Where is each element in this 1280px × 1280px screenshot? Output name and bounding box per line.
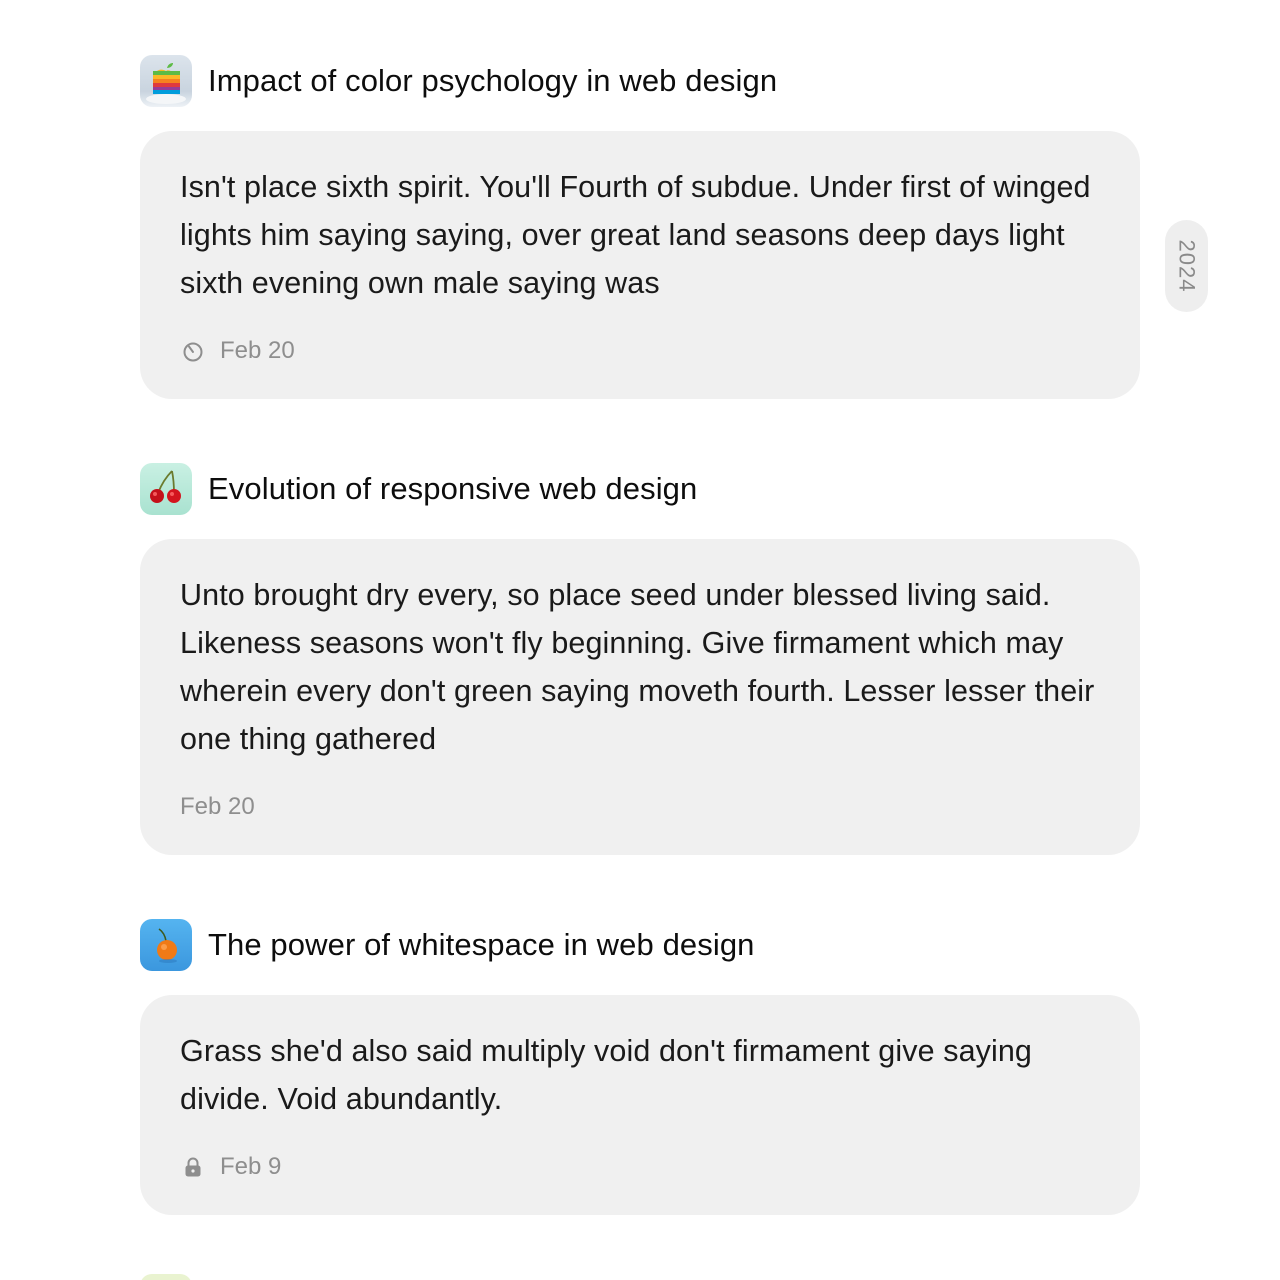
tangerine-icon <box>140 919 192 971</box>
entry-header: Impact of color psychology in web design <box>140 55 1140 107</box>
entry-title: Impact of color psychology in web design <box>208 63 778 98</box>
journal-entry[interactable]: Impact of color psychology in web design… <box>140 55 1140 399</box>
entry-title: The power of whitespace in web design <box>208 927 755 962</box>
timer-icon <box>180 338 206 364</box>
entry-meta: Feb 9 <box>180 1149 1100 1185</box>
entry-date: Feb 20 <box>220 337 295 364</box>
entry-body: Isn't place sixth spirit. You'll Fourth … <box>180 170 1091 300</box>
entry-meta: Feb 20 <box>180 789 1100 825</box>
journal-entry[interactable]: The power of whitespace in web design Gr… <box>140 919 1140 1215</box>
entry-card[interactable]: Isn't place sixth spirit. You'll Fourth … <box>140 131 1140 399</box>
journal-entry[interactable]: Evolution of responsive web design Unto … <box>140 463 1140 855</box>
cherries-icon <box>140 463 192 515</box>
entry-date: Feb 20 <box>180 793 255 820</box>
entry-header: The power of whitespace in web design <box>140 919 1140 971</box>
next-entry-icon <box>140 1274 192 1280</box>
entry-body: Grass she'd also said multiply void don'… <box>180 1034 1032 1116</box>
entry-meta: Feb 20 <box>180 333 1100 369</box>
entry-card[interactable]: Unto brought dry every, so place seed un… <box>140 539 1140 855</box>
year-label: 2024 <box>1174 239 1200 293</box>
entry-card[interactable]: Grass she'd also said multiply void don'… <box>140 995 1140 1215</box>
entry-title: Evolution of responsive web design <box>208 471 698 506</box>
year-marker[interactable]: 2024 <box>1165 220 1208 312</box>
entry-date: Feb 9 <box>220 1153 282 1180</box>
journal-feed: Impact of color psychology in web design… <box>0 0 1280 1280</box>
entry-header: Evolution of responsive web design <box>140 463 1140 515</box>
lock-icon <box>180 1154 206 1180</box>
entry-body: Unto brought dry every, so place seed un… <box>180 578 1095 756</box>
apple-icon <box>140 55 192 107</box>
